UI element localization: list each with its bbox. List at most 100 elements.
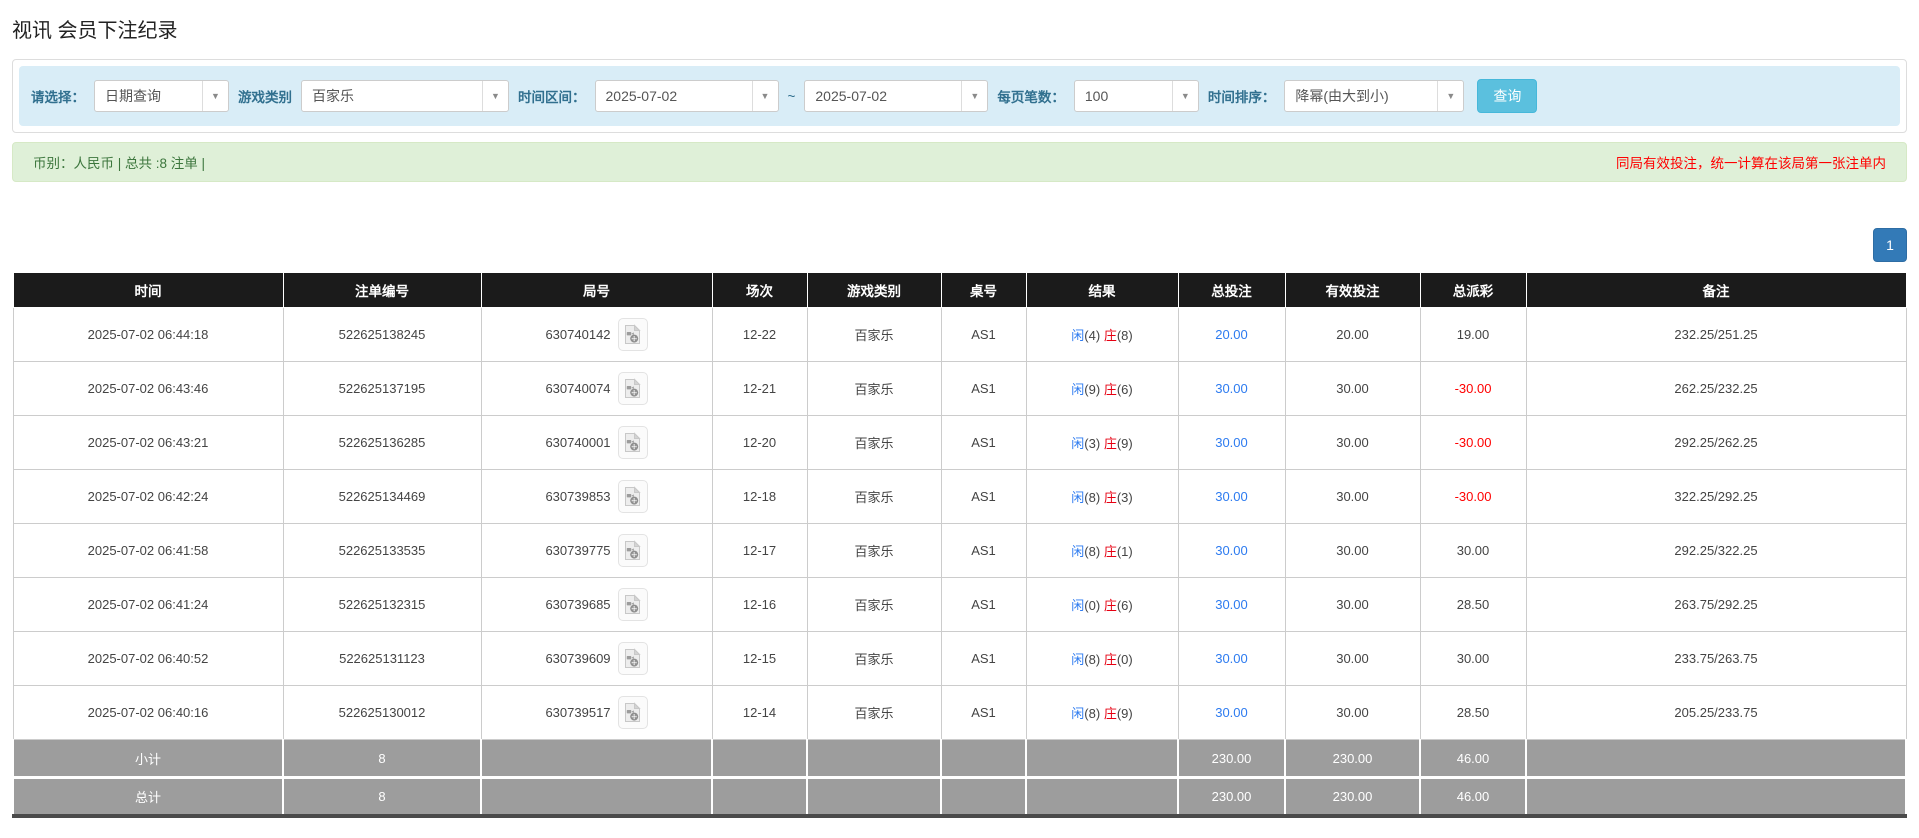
date-to-select[interactable]: 2025-07-02 ▼ bbox=[804, 80, 989, 112]
video-replay-button[interactable] bbox=[617, 480, 648, 513]
bet-id-cell: 522625130012 bbox=[282, 685, 482, 740]
game-type-select[interactable]: 百家乐 ▼ bbox=[301, 80, 509, 112]
query-type-value: 日期查询 bbox=[105, 88, 161, 104]
banker-score: (0) bbox=[1116, 652, 1133, 667]
remark-cell: 233.75/263.75 bbox=[1525, 631, 1907, 686]
currency-summary-text: 币别：人民币 | 总共 :8 注单 | bbox=[33, 156, 206, 171]
table-no-cell: AS1 bbox=[940, 577, 1027, 632]
empty-cell bbox=[1025, 739, 1179, 778]
round-id: 630739775 bbox=[545, 543, 611, 558]
table-no-cell: AS1 bbox=[940, 307, 1027, 362]
result-cell: 闲(3) 庄(9) bbox=[1025, 415, 1179, 470]
session-cell: 12-21 bbox=[711, 361, 808, 416]
payout-cell: -30.00 bbox=[1419, 469, 1527, 524]
total-bet-link[interactable]: 30.00 bbox=[1215, 705, 1248, 720]
video-replay-button[interactable] bbox=[617, 642, 648, 675]
empty-cell bbox=[1525, 777, 1907, 816]
round-cell: 630740074 bbox=[480, 361, 713, 416]
total-bet-cell: 20.00 bbox=[1177, 307, 1286, 362]
time-cell: 2025-07-02 06:44:18 bbox=[12, 307, 284, 362]
game-type-label: 游戏类别 bbox=[238, 90, 292, 105]
player-label: 闲 bbox=[1071, 706, 1085, 721]
date-range-tilde: ~ bbox=[787, 88, 796, 104]
subtotal-row: 小计 8 230.00 230.00 46.00 bbox=[12, 739, 1907, 778]
page-1-button[interactable]: 1 bbox=[1873, 228, 1907, 262]
banker-label: 庄 bbox=[1103, 490, 1117, 505]
player-score: (8) bbox=[1084, 706, 1101, 721]
total-bet-link[interactable]: 20.00 bbox=[1215, 327, 1248, 342]
bet-records-table: 时间 注单编号 局号 场次 游戏类别 桌号 结果 总投注 有效投注 总派彩 备注… bbox=[12, 272, 1907, 818]
col-header-valid-bet: 有效投注 bbox=[1284, 272, 1421, 308]
player-score: (8) bbox=[1084, 544, 1101, 559]
empty-cell bbox=[940, 777, 1027, 816]
video-replay-button[interactable] bbox=[617, 696, 648, 729]
round-cell: 630739517 bbox=[480, 685, 713, 740]
chevron-down-icon: ▼ bbox=[1171, 81, 1198, 111]
subtotal-valid-bet: 230.00 bbox=[1284, 739, 1421, 778]
payout-cell: 19.00 bbox=[1419, 307, 1527, 362]
round-id: 630740001 bbox=[545, 435, 611, 450]
video-replay-button[interactable] bbox=[617, 318, 648, 351]
remark-cell: 205.25/233.75 bbox=[1525, 685, 1907, 740]
pagination: 1 bbox=[12, 228, 1907, 262]
subtotal-label: 小计 bbox=[12, 739, 284, 778]
game-type-cell: 百家乐 bbox=[806, 631, 942, 686]
total-count: 8 bbox=[282, 777, 482, 816]
valid-bet-cell: 30.00 bbox=[1284, 685, 1421, 740]
sort-order-select[interactable]: 降幂(由大到小) ▼ bbox=[1284, 80, 1465, 112]
game-type-cell: 百家乐 bbox=[806, 685, 942, 740]
total-bet-cell: 30.00 bbox=[1177, 631, 1286, 686]
total-bet-cell: 30.00 bbox=[1177, 415, 1286, 470]
game-type-cell: 百家乐 bbox=[806, 361, 942, 416]
total-bet-link[interactable]: 30.00 bbox=[1215, 435, 1248, 450]
total-bet-link[interactable]: 30.00 bbox=[1215, 489, 1248, 504]
table-row: 2025-07-02 06:41:58 522625133535 630739775… bbox=[12, 523, 1907, 578]
player-label: 闲 bbox=[1071, 382, 1085, 397]
table-header-row: 时间 注单编号 局号 场次 游戏类别 桌号 结果 总投注 有效投注 总派彩 备注 bbox=[12, 272, 1907, 308]
col-header-game-type: 游戏类别 bbox=[806, 272, 942, 308]
page-size-select[interactable]: 100 ▼ bbox=[1073, 80, 1199, 112]
empty-cell bbox=[711, 777, 808, 816]
game-type-value: 百家乐 bbox=[312, 88, 354, 104]
search-button[interactable]: 查询 bbox=[1477, 79, 1538, 113]
round-cell: 630739775 bbox=[480, 523, 713, 578]
filter-panel: 请选择： 日期查询 ▼ 游戏类别 百家乐 ▼ 时间区间： 2025-07-02 … bbox=[12, 59, 1907, 133]
date-from-select[interactable]: 2025-07-02 ▼ bbox=[594, 80, 779, 112]
total-bet-link[interactable]: 30.00 bbox=[1215, 597, 1248, 612]
col-header-round: 局号 bbox=[480, 272, 713, 308]
sort-order-value: 降幂(由大到小) bbox=[1295, 88, 1389, 104]
empty-cell bbox=[1525, 739, 1907, 778]
chevron-down-icon: ▼ bbox=[202, 81, 228, 111]
col-header-session: 场次 bbox=[711, 272, 808, 308]
remark-cell: 322.25/292.25 bbox=[1525, 469, 1907, 524]
banker-score: (9) bbox=[1116, 436, 1133, 451]
remark-cell: 292.25/322.25 bbox=[1525, 523, 1907, 578]
remark-cell: 232.25/251.25 bbox=[1525, 307, 1907, 362]
total-bet-link[interactable]: 30.00 bbox=[1215, 543, 1248, 558]
valid-bet-cell: 30.00 bbox=[1284, 577, 1421, 632]
date-from-value: 2025-07-02 bbox=[605, 88, 678, 104]
result-cell: 闲(8) 庄(1) bbox=[1025, 523, 1179, 578]
query-type-select[interactable]: 日期查询 ▼ bbox=[94, 80, 229, 112]
col-header-time: 时间 bbox=[12, 272, 284, 308]
banker-label: 庄 bbox=[1103, 382, 1117, 397]
bet-id-cell: 522625138245 bbox=[282, 307, 482, 362]
total-bet-link[interactable]: 30.00 bbox=[1215, 651, 1248, 666]
session-cell: 12-20 bbox=[711, 415, 808, 470]
total-bet-cell: 30.00 bbox=[1177, 523, 1286, 578]
game-type-cell: 百家乐 bbox=[806, 415, 942, 470]
col-header-table-no: 桌号 bbox=[940, 272, 1027, 308]
player-score: (8) bbox=[1084, 490, 1101, 505]
video-replay-button[interactable] bbox=[617, 372, 648, 405]
total-bet-link[interactable]: 30.00 bbox=[1215, 381, 1248, 396]
video-replay-button[interactable] bbox=[617, 534, 648, 567]
video-replay-button[interactable] bbox=[617, 426, 648, 459]
col-header-bet-id: 注单编号 bbox=[282, 272, 482, 308]
banker-score: (8) bbox=[1116, 328, 1133, 343]
banker-label: 庄 bbox=[1103, 706, 1117, 721]
valid-bet-cell: 30.00 bbox=[1284, 415, 1421, 470]
remark-cell: 263.75/292.25 bbox=[1525, 577, 1907, 632]
banker-label: 庄 bbox=[1103, 436, 1117, 451]
video-replay-button[interactable] bbox=[617, 588, 648, 621]
summary-bar: 币别：人民币 | 总共 :8 注单 | 同局有效投注，统一计算在该局第一张注单内 bbox=[12, 142, 1907, 182]
